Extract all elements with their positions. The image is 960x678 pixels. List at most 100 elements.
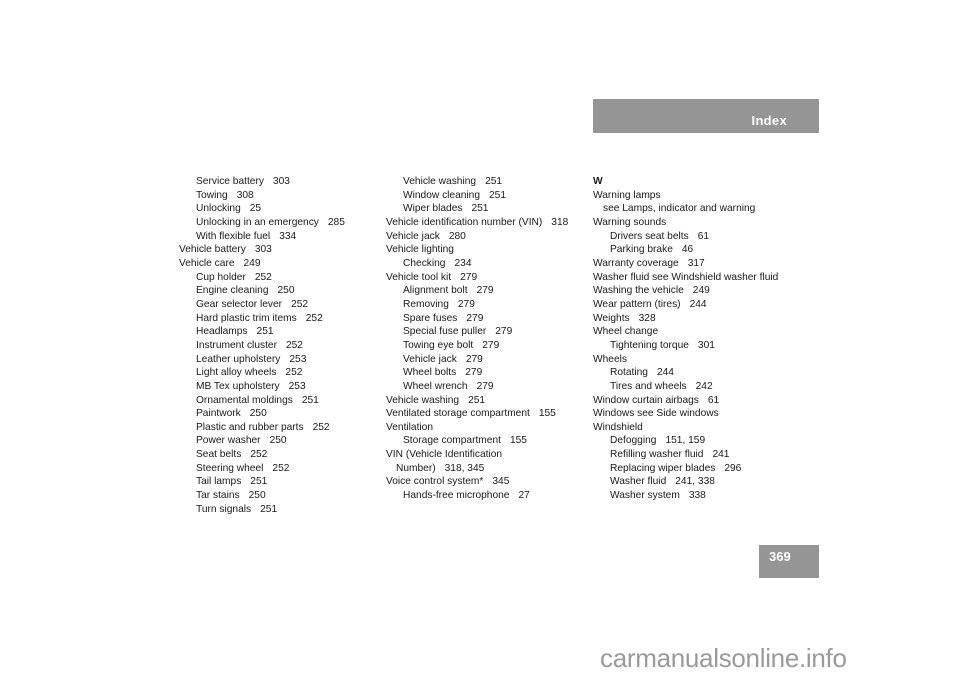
entry-page-ref[interactable]: 250 [250,408,267,419]
entry-page-ref[interactable]: 250 [270,435,287,446]
entry-term: With flexible fuel [196,230,271,242]
entry-page-ref[interactable]: 250 [278,285,295,296]
entry-page-ref[interactable]: 280 [449,231,466,242]
entry-page-ref[interactable]: 303 [255,244,272,255]
index-entry: Warranty coverage 317 [593,257,803,271]
index-column-2: Vehicle washing 251 Window cleaning 251 Wipe… [386,175,591,503]
index-entry: Replacing wiper blades 296 [593,462,803,476]
entry-term: VIN (Vehicle Identification [386,449,503,461]
entry-page-ref[interactable]: 345 [492,476,509,487]
entry-page-ref[interactable]: 334 [279,231,296,242]
entry-term: Wear pattern (tires) [593,298,681,310]
entry-page-ref[interactable]: 252 [313,422,330,433]
entry-term: Vehicle washing [386,394,460,406]
entry-page-ref[interactable]: 279 [466,354,483,365]
index-entry: Vehicle washing 251 [386,394,591,408]
entry-page-ref[interactable]: 303 [273,176,290,187]
entry-page-ref[interactable]: 241, 338 [675,476,715,487]
entry-page-ref[interactable]: 250 [249,490,266,501]
entry-page-ref[interactable]: 251 [468,395,485,406]
entry-page-ref[interactable]: 251 [250,476,267,487]
entry-term: Vehicle lighting [386,244,454,256]
index-entry: Towing eye bolt 279 [386,339,591,353]
index-entry: Washing the vehicle 249 [593,284,803,298]
entry-page-ref[interactable]: 251 [489,190,506,201]
entry-page-ref[interactable]: 25 [250,203,261,214]
entry-term: MB Tex upholstery [196,380,280,392]
entry-page-ref[interactable]: 285 [328,217,345,228]
entry-page-ref[interactable]: 279 [477,285,494,296]
entry-page-ref[interactable]: 252 [285,367,302,378]
entry-page-ref[interactable]: 252 [291,299,308,310]
entry-term: Warranty coverage [593,257,679,269]
entry-term: Wheel change [593,326,659,338]
entry-term: Turn signals [196,503,252,515]
entry-page-ref[interactable]: 253 [289,354,306,365]
index-entry: Windows see Side windows [593,407,803,421]
entry-term: Removing [403,298,449,310]
index-entry: Special fuse puller 279 [386,325,591,339]
entry-page-ref[interactable]: 279 [465,367,482,378]
entry-page-ref[interactable]: 252 [306,313,323,324]
entry-page-ref[interactable]: 252 [272,463,289,474]
entry-page-ref[interactable]: 338 [689,490,706,501]
index-entry: Window curtain airbags 61 [593,394,803,408]
entry-term: Wiper blades [403,203,463,215]
index-entry: Warning lamps [593,189,803,203]
entry-page-ref[interactable]: 251 [471,203,488,214]
entry-page-ref[interactable]: 241 [712,449,729,460]
entry-page-ref[interactable]: 317 [688,258,705,269]
entry-term: Vehicle jack [403,353,457,365]
index-entry: Washer fluid 241, 338 [593,475,803,489]
entry-page-ref[interactable]: 61 [698,231,709,242]
entry-page-ref[interactable]: 151, 159 [665,435,705,446]
entry-page-ref[interactable]: 279 [458,299,475,310]
entry-page-ref[interactable]: 249 [693,285,710,296]
entry-page-ref[interactable]: 242 [696,381,713,392]
entry-page-ref[interactable]: 318 [551,217,568,228]
index-entry: Alignment bolt 279 [386,284,591,298]
entry-page-ref[interactable]: 308 [237,190,254,201]
entry-term: Paintwork [196,408,241,420]
entry-page-ref[interactable]: 279 [466,313,483,324]
entry-page-ref[interactable]: 46 [682,244,693,255]
entry-page-ref[interactable]: 155 [539,408,556,419]
entry-page-ref[interactable]: 296 [724,463,741,474]
entry-page-ref[interactable]: 251 [257,326,274,337]
entry-page-ref[interactable]: 251 [485,176,502,187]
entry-page-ref[interactable]: 251 [260,504,277,515]
entry-page-ref[interactable]: 328 [639,313,656,324]
entry-term: Power washer [196,435,261,447]
entry-page-ref[interactable]: 27 [518,490,529,501]
entry-page-ref[interactable]: 251 [302,395,319,406]
entry-page-ref[interactable]: 279 [477,381,494,392]
entry-term: Steering wheel [196,462,264,474]
entry-term: Headlamps [196,326,248,338]
entry-page-ref[interactable]: 244 [690,299,707,310]
entry-page-ref[interactable]: 252 [250,449,267,460]
entry-page-ref[interactable]: 279 [495,326,512,337]
entry-page-ref[interactable]: 279 [482,340,499,351]
entry-page-ref[interactable]: 61 [708,395,719,406]
index-entry: Removing 279 [386,298,591,312]
entry-term: Gear selector lever [196,298,283,310]
entry-term: Checking [403,257,446,269]
entry-term: Ventilation [386,421,434,433]
entry-page-ref[interactable]: 249 [244,258,261,269]
index-entry: Turn signals 251 [179,503,379,517]
entry-page-ref[interactable]: 318, 345 [445,463,485,474]
entry-page-ref[interactable]: 301 [698,340,715,351]
entry-page-ref[interactable]: 252 [255,272,272,283]
entry-page-ref[interactable]: 279 [460,272,477,283]
entry-page-ref[interactable]: 234 [454,258,471,269]
entry-term: Washer fluid [610,476,667,488]
index-entry: Vehicle washing 251 [386,175,591,189]
index-entry: Ornamental moldings 251 [179,394,379,408]
entry-page-ref[interactable]: 244 [657,367,674,378]
entry-page-ref[interactable]: 253 [289,381,306,392]
index-entry: MB Tex upholstery 253 [179,380,379,394]
entry-page-ref[interactable]: 155 [510,435,527,446]
index-entry: Vehicle battery 303 [179,243,379,257]
entry-page-ref[interactable]: 252 [286,340,303,351]
index-entry: Checking 234 [386,257,591,271]
